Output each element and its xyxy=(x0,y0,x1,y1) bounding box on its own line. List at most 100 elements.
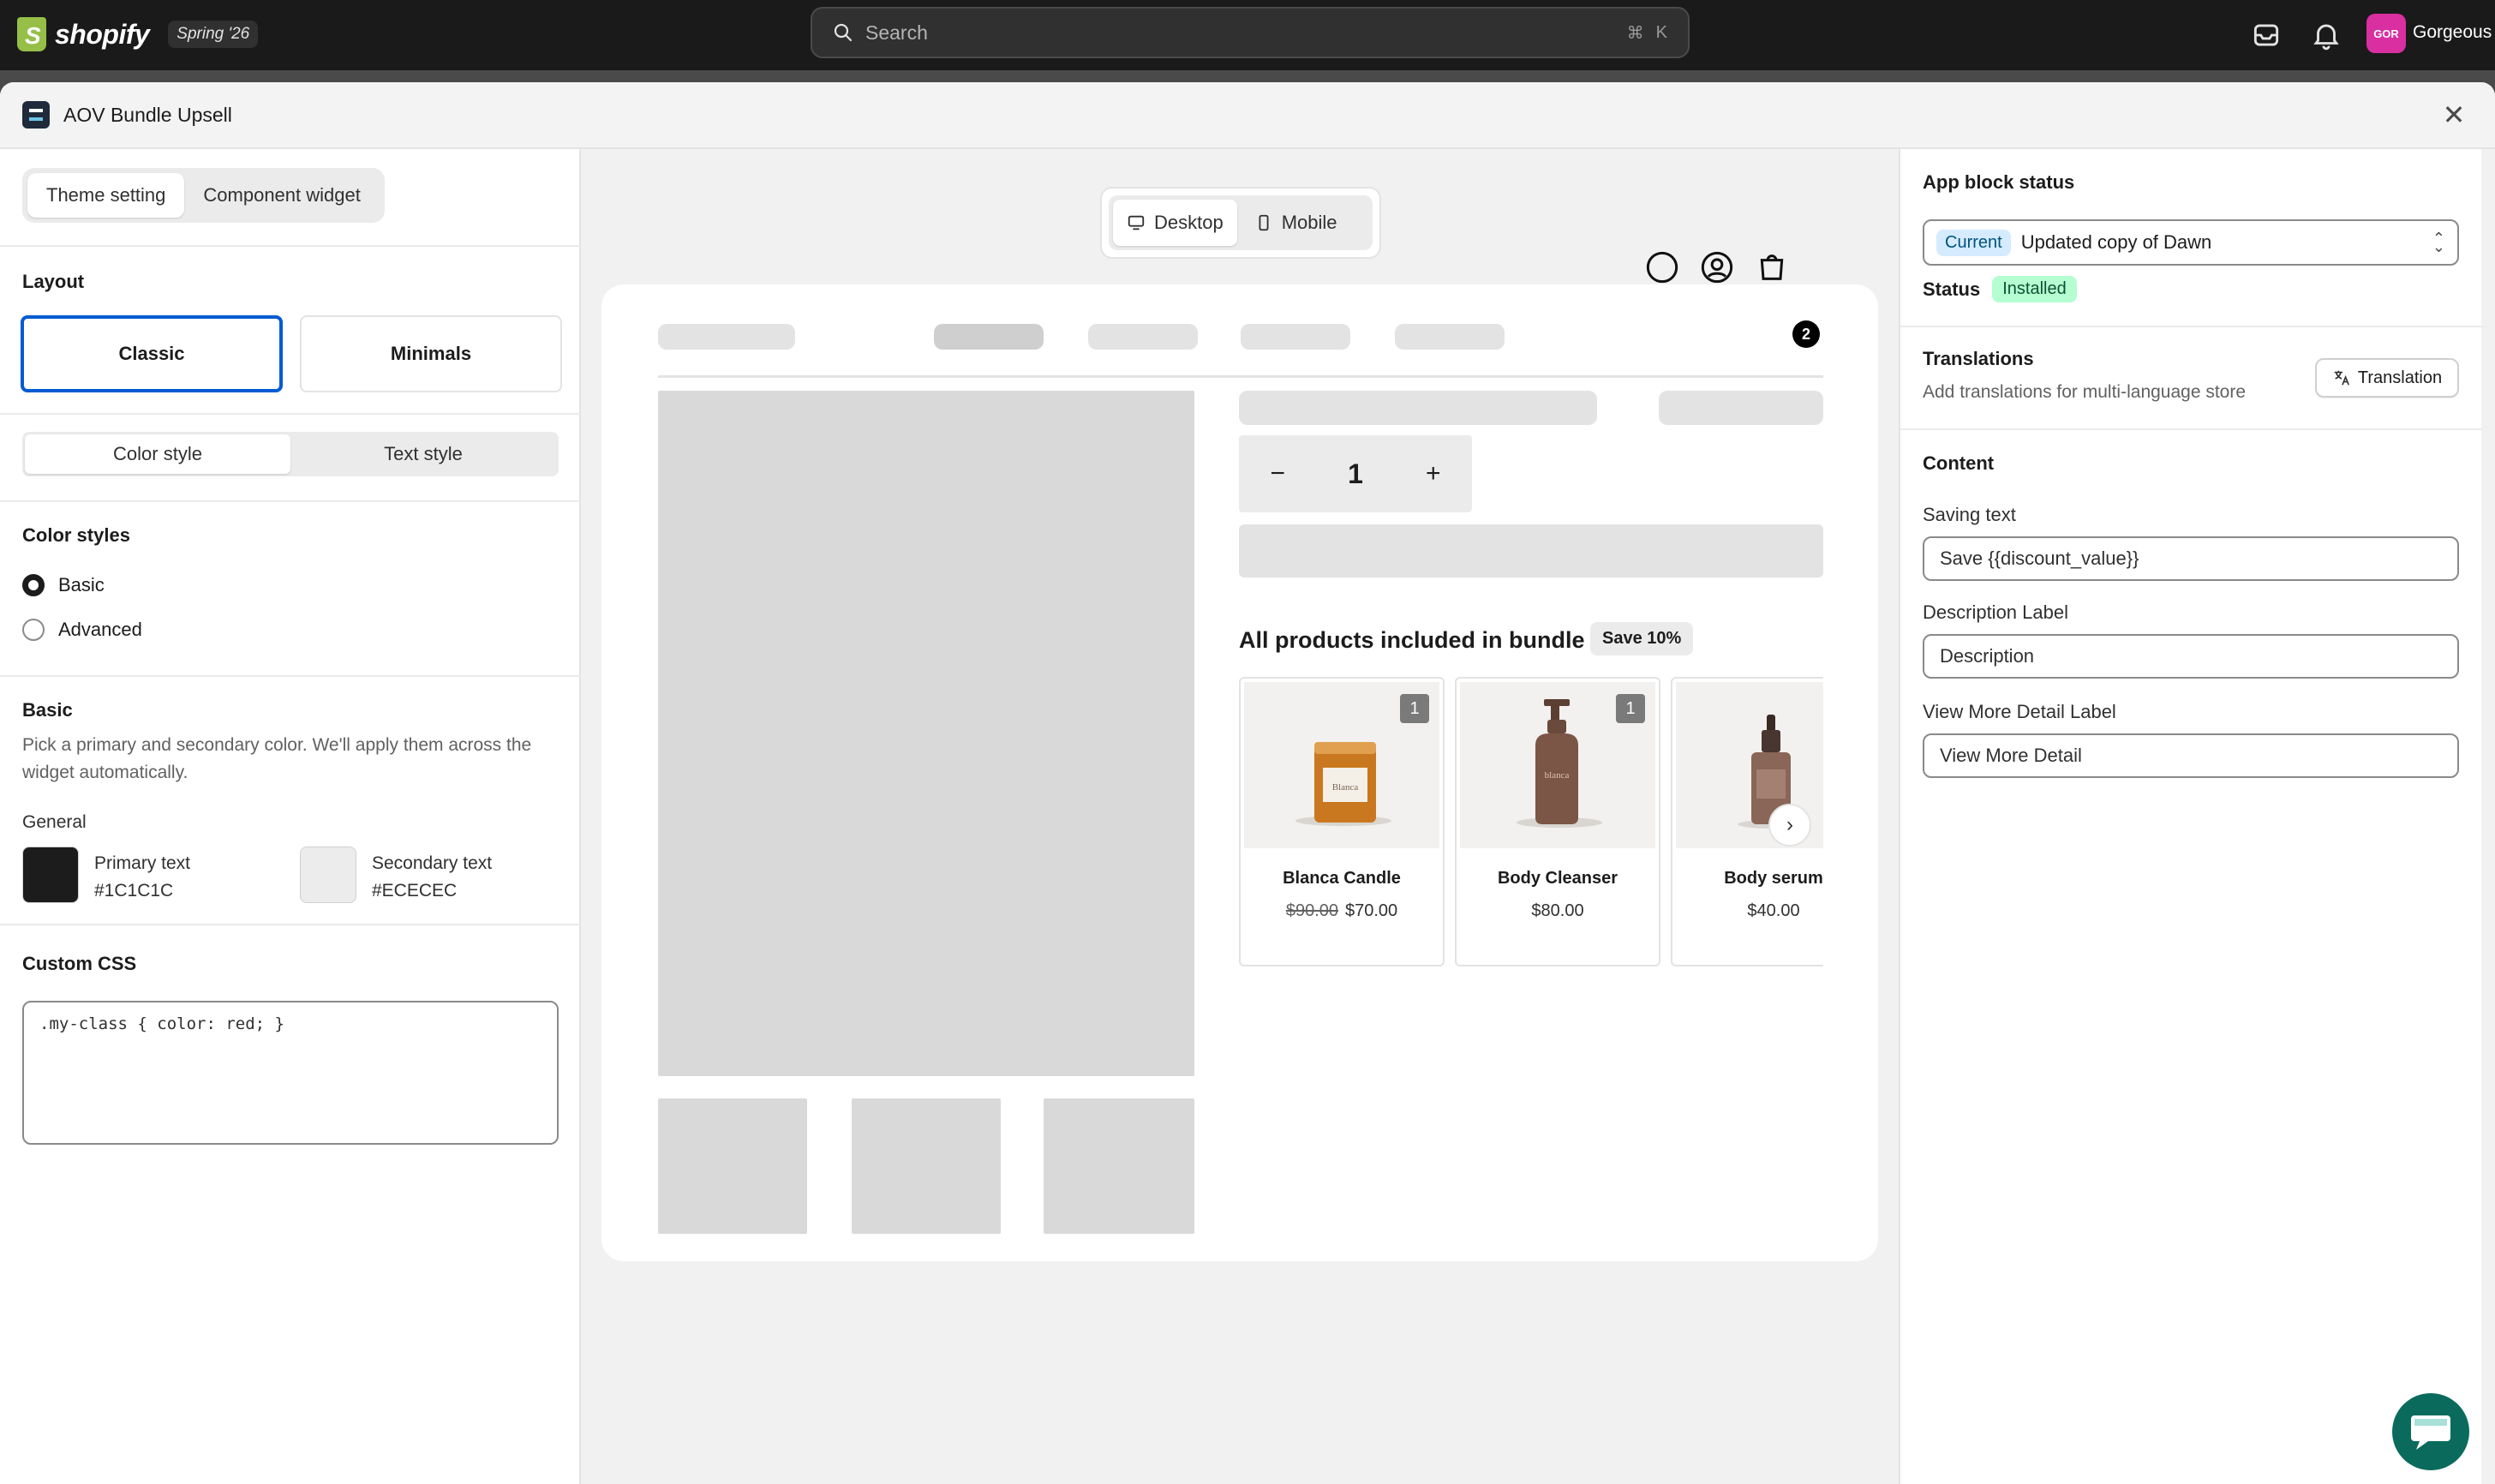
translations-title: Translations xyxy=(1923,348,2034,369)
svg-text:Blanca: Blanca xyxy=(1332,782,1359,793)
radio-label: Advanced xyxy=(58,619,142,640)
primary-color-swatch[interactable] xyxy=(22,847,79,903)
view-more-input[interactable]: View More Detail xyxy=(1923,733,2459,778)
translations-help: Add translations for multi-language stor… xyxy=(1923,382,2247,402)
divider xyxy=(0,675,581,677)
layout-minimals[interactable]: Minimals xyxy=(300,315,562,392)
skeleton-thumb xyxy=(658,1098,807,1234)
carousel-next-button[interactable]: › xyxy=(1768,804,1811,847)
product-sale-price: $70.00 xyxy=(1345,901,1398,920)
shortcut-cmd: ⌘ xyxy=(1626,23,1644,43)
qty-plus[interactable]: + xyxy=(1426,459,1441,488)
device-options: Desktop Mobile xyxy=(1109,195,1373,250)
search-icon xyxy=(834,23,853,42)
product-card[interactable]: Blanca 1 Blanca Candle $90.00 $70.00 xyxy=(1239,677,1445,966)
product-image: blanca 1 xyxy=(1460,682,1655,848)
product-qty-badge: 1 xyxy=(1616,694,1645,723)
theme-name: Updated copy of Dawn xyxy=(2020,231,2212,253)
general-label: General xyxy=(22,812,87,832)
product-price: $90.00 $70.00 xyxy=(1241,901,1443,921)
skeleton-nav-active xyxy=(934,324,1044,350)
skeleton-nav xyxy=(1088,324,1198,350)
skeleton-thumb xyxy=(1044,1098,1194,1234)
qty-minus[interactable]: − xyxy=(1271,459,1286,488)
saving-text-label: Saving text xyxy=(1923,504,2016,525)
app-logo-icon xyxy=(22,101,50,129)
tab-component-widget[interactable]: Component widget xyxy=(184,173,379,218)
app-modal: AOV Bundle Upsell ✕ Theme setting Compon… xyxy=(0,82,2495,1484)
radio-advanced[interactable]: Advanced xyxy=(22,619,142,641)
top-bar: S shopify Spring '26 Search ⌘ K GOR Gorg… xyxy=(0,0,2495,70)
product-qty-badge: 1 xyxy=(1400,694,1429,723)
status-badge: Installed xyxy=(1992,276,2077,302)
cart-count-badge: 2 xyxy=(1792,320,1820,348)
custom-css-title: Custom CSS xyxy=(22,953,137,974)
shopify-bag-icon: S xyxy=(17,17,46,51)
edition-badge[interactable]: Spring '26 xyxy=(168,21,259,48)
color-styles-title: Color styles xyxy=(22,524,130,546)
skeleton-add-to-cart xyxy=(1239,524,1823,577)
product-name: Blanca Candle xyxy=(1283,869,1401,888)
tab-color-style[interactable]: Color style xyxy=(25,434,290,474)
product-price: $80.00 xyxy=(1531,901,1584,920)
quantity-stepper[interactable]: − 1 + xyxy=(1239,435,1472,512)
theme-select[interactable]: Current Updated copy of Dawn ⌃ ⌄ xyxy=(1923,219,2459,266)
product-card[interactable]: blanca 1 Body Cleanser $80.00 xyxy=(1455,677,1660,966)
bundle-title: All products included in bundle xyxy=(1239,627,1585,653)
primary-label: Primary text xyxy=(94,853,191,873)
saving-text-input[interactable]: Save {{discount_value}} xyxy=(1923,536,2459,581)
divider xyxy=(1900,428,2483,430)
custom-css-input[interactable]: .my-class { color: red; } xyxy=(22,1001,559,1145)
basic-title: Basic xyxy=(22,699,73,721)
product-price: $40.00 xyxy=(1747,901,1800,920)
bell-icon[interactable] xyxy=(2310,19,2342,51)
preview-search-icon xyxy=(1646,251,1678,284)
divider xyxy=(1900,326,2483,327)
status-row: Status Installed xyxy=(1923,276,2077,302)
status-label: Status xyxy=(1923,278,1981,300)
device-toggle: Desktop Mobile xyxy=(1100,187,1381,259)
mobile-label: Mobile xyxy=(1281,212,1337,233)
search-placeholder: Search xyxy=(865,21,928,44)
chat-icon xyxy=(2411,1415,2450,1450)
skeleton-title xyxy=(1239,391,1597,425)
store-name[interactable]: Gorgeous xyxy=(2413,22,2492,43)
radio-unselected[interactable] xyxy=(22,619,45,641)
radio-selected[interactable] xyxy=(22,574,45,596)
mobile-button[interactable]: Mobile xyxy=(1241,200,1351,246)
modal-title: AOV Bundle Upsell xyxy=(63,103,232,126)
desktop-button[interactable]: Desktop xyxy=(1113,200,1237,246)
tab-theme-setting[interactable]: Theme setting xyxy=(27,173,185,218)
preview-header-divider xyxy=(658,375,1823,378)
tab-text-style[interactable]: Text style xyxy=(290,434,556,474)
divider xyxy=(0,413,581,415)
chat-button[interactable] xyxy=(2392,1393,2469,1470)
panel-tabs: Theme setting Component widget xyxy=(22,168,385,223)
search-bar[interactable]: Search ⌘ K xyxy=(811,7,1690,58)
layout-classic[interactable]: Classic xyxy=(21,315,283,392)
current-badge: Current xyxy=(1936,229,2011,256)
skeleton-logo xyxy=(658,324,795,350)
radio-basic[interactable]: Basic xyxy=(22,574,105,596)
inbox-icon[interactable] xyxy=(2250,19,2283,51)
secondary-value: #ECECEC xyxy=(372,881,458,901)
qty-value: 1 xyxy=(1348,458,1363,489)
preview-account-icon xyxy=(1701,251,1733,284)
secondary-color-text: Secondary text #ECECEC xyxy=(372,850,492,905)
logo-wordmark: shopify xyxy=(55,18,150,50)
divider xyxy=(0,924,581,925)
close-icon[interactable]: ✕ xyxy=(2438,99,2469,130)
avatar[interactable]: GOR xyxy=(2366,14,2406,53)
settings-panel: Theme setting Component widget Layout Cl… xyxy=(0,149,581,1484)
translation-button[interactable]: Translation xyxy=(2315,358,2459,398)
skeleton-price xyxy=(1659,391,1823,425)
divider xyxy=(0,245,581,247)
secondary-color-swatch[interactable] xyxy=(300,847,356,903)
primary-value: #1C1C1C xyxy=(94,881,174,901)
svg-text:blanca: blanca xyxy=(1545,770,1570,781)
skeleton-nav xyxy=(1241,324,1350,350)
secondary-label: Secondary text xyxy=(372,853,493,873)
skeleton-nav xyxy=(1395,324,1505,350)
description-input[interactable]: Description xyxy=(1923,634,2459,679)
shopify-logo[interactable]: S shopify Spring '26 xyxy=(17,17,259,51)
